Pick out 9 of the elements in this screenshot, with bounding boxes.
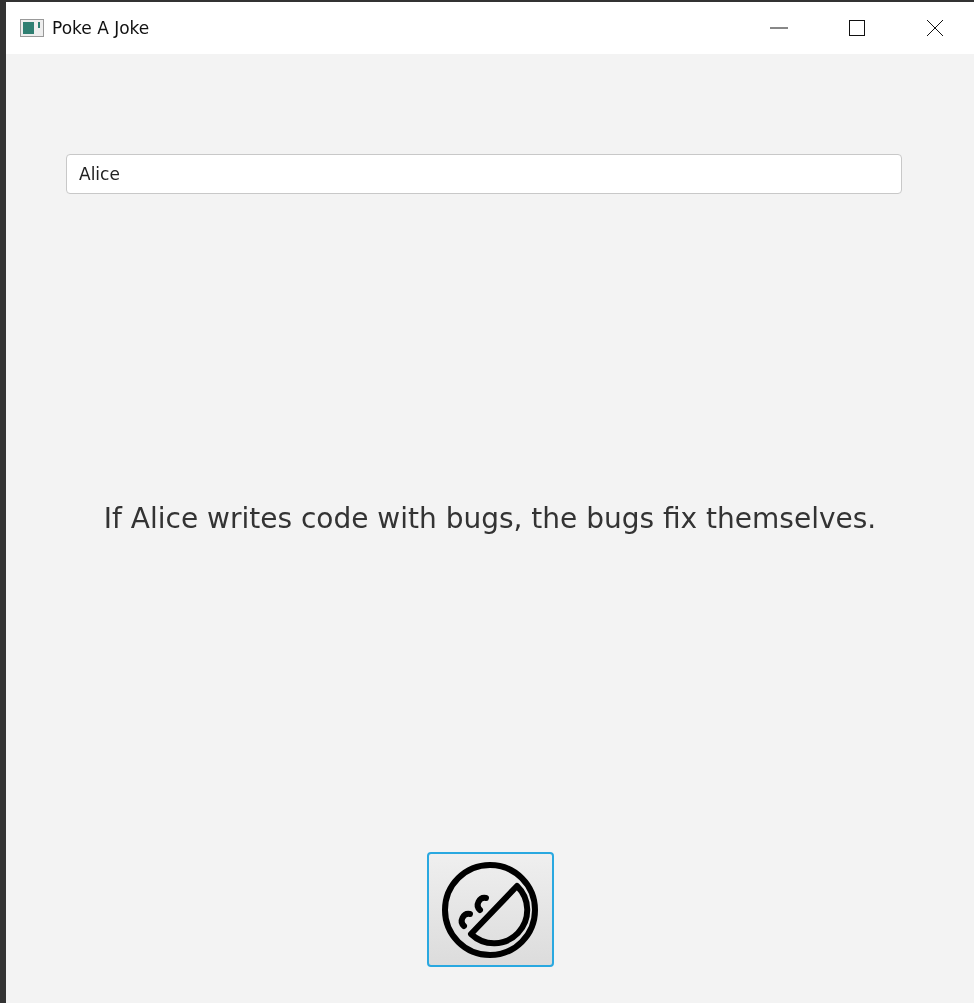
app-icon	[20, 19, 44, 37]
name-field[interactable]: Alice	[66, 154, 902, 194]
window-title: Poke A Joke	[52, 18, 151, 38]
minimize-icon	[770, 27, 788, 29]
joke-button[interactable]	[426, 852, 554, 967]
maximize-icon	[848, 19, 866, 37]
laughing-face-icon	[440, 859, 540, 960]
close-icon	[926, 19, 944, 37]
joke-text: If Alice writes code with bugs, the bugs fix themselves.	[103, 501, 877, 535]
